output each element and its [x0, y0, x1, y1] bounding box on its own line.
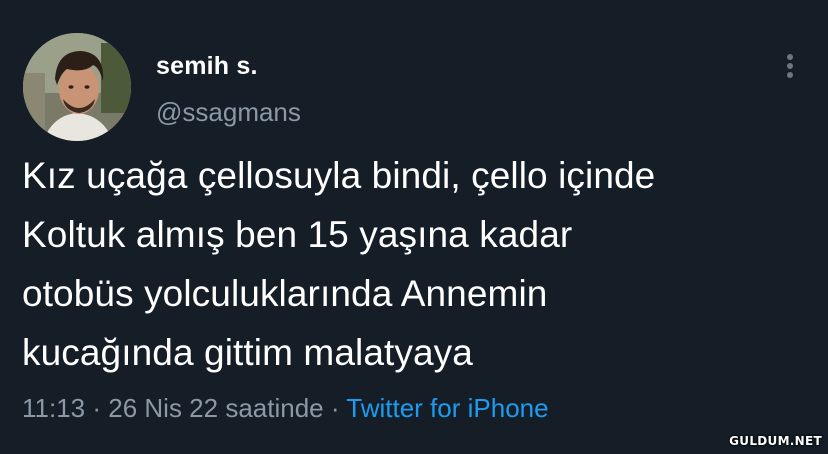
avatar-image: [23, 33, 131, 141]
more-options-icon[interactable]: [776, 48, 804, 84]
tweet-meta: 11:13 · 26 Nis 22 saatinde · Twitter for…: [22, 393, 549, 424]
tweet-source-link[interactable]: Twitter for iPhone: [346, 393, 548, 423]
tweet-date[interactable]: 26 Nis 22 saatinde: [108, 393, 323, 423]
dot: [787, 72, 793, 78]
display-name[interactable]: semih s.: [156, 52, 258, 81]
tweet-time[interactable]: 11:13: [22, 393, 85, 423]
tweet-card: semih s. @ssagmans Kız uçağa çellosuyla …: [0, 0, 828, 454]
separator: ·: [323, 393, 347, 423]
tweet-text-line: kucağında gittim malatyaya: [22, 332, 473, 373]
user-handle[interactable]: @ssagmans: [156, 97, 301, 128]
dot: [787, 54, 793, 60]
avatar[interactable]: [23, 33, 131, 141]
tweet-text-line: Koltuk almış ben 15 yaşına kadar: [22, 214, 573, 255]
watermark: GULDUM.NET: [729, 434, 822, 448]
tweet-text-line: otobüs yolculuklarında Annemin: [22, 273, 548, 314]
separator: ·: [85, 393, 109, 423]
tweet-text: Kız uçağa çellosuyla bindi, çello içinde…: [22, 146, 812, 382]
dot: [787, 63, 793, 69]
tweet-text-line: Kız uçağa çellosuyla bindi, çello içinde: [22, 155, 656, 196]
